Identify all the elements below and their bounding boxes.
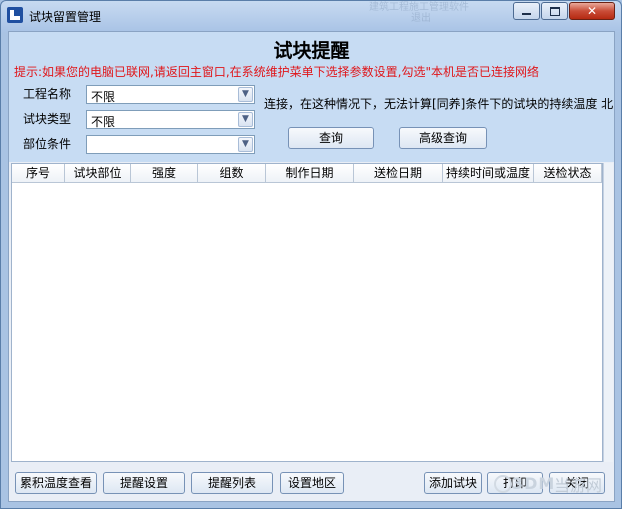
background-window-ghost: 建筑工程施工管理软件 退出 xyxy=(369,2,469,24)
reminder-list-button[interactable]: 提醒列表 xyxy=(191,472,273,494)
watermark-logo: 3DM xyxy=(512,474,556,493)
type-select[interactable]: 不限 ▼ xyxy=(86,110,255,129)
project-select-value: 不限 xyxy=(91,90,116,104)
column-header[interactable]: 送检状态 xyxy=(534,164,602,182)
app-window: 试块留置管理 建筑工程施工管理软件 退出 ✕ 试块提醒 提示:如果您的电脑已联网… xyxy=(0,0,622,509)
column-header[interactable]: 组数 xyxy=(198,164,266,182)
chevron-down-icon[interactable]: ▼ xyxy=(238,112,253,127)
watermark-site: 当游网 xyxy=(554,476,603,495)
set-region-button[interactable]: 设置地区 xyxy=(280,472,344,494)
app-logo-icon xyxy=(7,7,23,23)
project-label: 工程名称 xyxy=(23,87,72,101)
column-header[interactable]: 强度 xyxy=(131,164,198,182)
minimize-button[interactable] xyxy=(513,2,540,20)
close-icon: ✕ xyxy=(586,4,598,18)
accumulated-temperature-button[interactable]: 累积温度查看 xyxy=(15,472,97,494)
chevron-down-icon[interactable]: ▼ xyxy=(238,137,253,152)
project-select[interactable]: 不限 ▼ xyxy=(86,85,255,104)
column-header[interactable]: 试块部位 xyxy=(65,164,131,182)
window-title: 试块留置管理 xyxy=(29,10,102,24)
ghost-line-1: 建筑工程施工管理软件 xyxy=(369,2,469,13)
ghost-line-2: 退出 xyxy=(411,13,431,24)
maximize-button[interactable] xyxy=(541,2,568,20)
filter-panel: 试块提醒 提示:如果您的电脑已联网,请返回主窗口,在系统维护菜单下选择参数设置,… xyxy=(9,32,614,162)
table-header: 序号 试块部位 强度 组数 制作日期 送检日期 持续时间或温度 送检状态 xyxy=(12,164,602,183)
network-tip: 提示:如果您的电脑已联网,请返回主窗口,在系统维护菜单下选择参数设置,勾选"本机… xyxy=(14,65,540,79)
query-button[interactable]: 查询 xyxy=(288,127,374,149)
window-close-button[interactable]: ✕ xyxy=(569,2,615,20)
column-header[interactable]: 送检日期 xyxy=(354,164,443,182)
temperature-note: 连接，在这种情况下，无法计算[同养]条件下的试块的持续温度 北 xyxy=(264,97,614,111)
column-header[interactable]: 持续时间或温度 xyxy=(443,164,534,182)
location-label: 部位条件 xyxy=(23,137,72,151)
column-header[interactable]: 制作日期 xyxy=(266,164,354,182)
watermark: 3DM 当游网 xyxy=(494,468,614,498)
type-label: 试块类型 xyxy=(23,112,72,126)
add-block-button[interactable]: 添加试块 xyxy=(424,472,482,494)
chevron-down-icon[interactable]: ▼ xyxy=(238,87,253,102)
location-select[interactable]: ▼ xyxy=(86,135,255,154)
client-area: 试块提醒 提示:如果您的电脑已联网,请返回主窗口,在系统维护菜单下选择参数设置,… xyxy=(8,31,615,502)
column-header[interactable]: 序号 xyxy=(12,164,65,182)
title-bar[interactable]: 试块留置管理 建筑工程施工管理软件 退出 ✕ xyxy=(1,1,621,31)
watermark-ring-icon xyxy=(494,475,512,493)
reminder-table[interactable]: 序号 试块部位 强度 组数 制作日期 送检日期 持续时间或温度 送检状态 xyxy=(11,163,603,462)
advanced-query-button[interactable]: 高级查询 xyxy=(399,127,487,149)
type-select-value: 不限 xyxy=(91,115,116,129)
reminder-settings-button[interactable]: 提醒设置 xyxy=(103,472,185,494)
vertical-scrollbar[interactable] xyxy=(603,163,613,462)
page-title: 试块提醒 xyxy=(273,40,350,62)
